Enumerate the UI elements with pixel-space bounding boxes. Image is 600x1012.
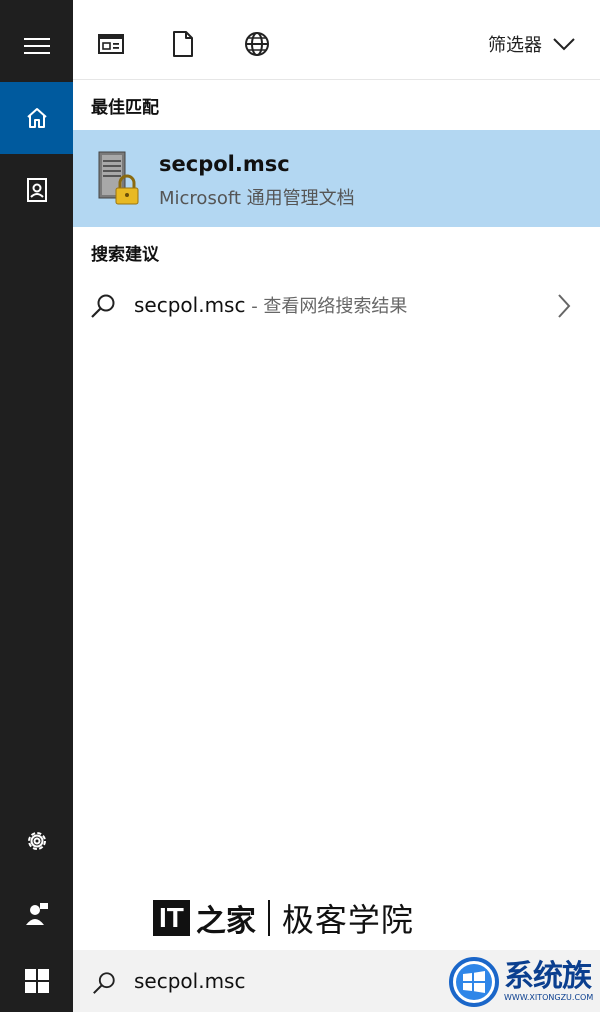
start-button[interactable] (0, 950, 73, 1012)
watermark-divider (267, 900, 270, 936)
document-icon (173, 31, 193, 57)
taskbar: secpol.msc 系统族 WWW.XITONGZU.COM (0, 950, 600, 1012)
start-rail (0, 0, 73, 950)
site-logo-emblem-icon (449, 957, 499, 1007)
suggestion-query: secpol.msc (134, 293, 246, 317)
settings-gear-icon (27, 832, 46, 850)
security-policy-icon (98, 151, 139, 205)
web-filter-button[interactable] (241, 28, 273, 60)
settings-button[interactable] (0, 805, 73, 877)
documents-filter-button[interactable] (167, 28, 199, 60)
site-logo-url-text: WWW.XITONGZU.COM (504, 993, 594, 1002)
watermark-zhi-label: 之家 (195, 904, 256, 939)
app-window-icon (98, 34, 124, 54)
search-icon (91, 294, 115, 318)
site-logo-cn-text: 系统族 (504, 959, 592, 994)
filter-dropdown[interactable]: 筛选器 (488, 28, 576, 60)
search-icon (93, 972, 115, 994)
best-match-title: secpol.msc (159, 152, 290, 176)
filter-label: 筛选器 (488, 35, 542, 56)
best-match-heading: 最佳匹配 (91, 98, 159, 118)
results-toolbar: 筛选器 (73, 0, 600, 80)
feedback-person-icon (25, 903, 48, 925)
home-icon (26, 108, 47, 128)
suggestions-heading: 搜索建议 (91, 245, 159, 265)
watermark-brand-text: 极客学院 (281, 901, 414, 939)
notebook-icon (26, 178, 47, 202)
chevron-right-icon[interactable] (556, 292, 572, 320)
chevron-down-icon (553, 38, 575, 51)
search-input[interactable]: secpol.msc (134, 969, 245, 993)
hamburger-menu-icon (23, 38, 50, 54)
hamburger-menu-button[interactable] (0, 10, 73, 82)
suggestion-text: secpol.msc - 查看网络搜索结果 (134, 292, 407, 318)
suggestion-description: - 查看网络搜索结果 (245, 296, 408, 317)
best-match-result[interactable]: secpol.msc Microsoft 通用管理文档 (73, 130, 600, 227)
feedback-button[interactable] (0, 878, 73, 950)
notebook-button[interactable] (0, 154, 73, 226)
windows-logo-icon (24, 969, 49, 993)
apps-filter-button[interactable] (95, 28, 127, 60)
suggestion-item[interactable]: secpol.msc - 查看网络搜索结果 (73, 282, 600, 330)
best-match-subtitle: Microsoft 通用管理文档 (159, 188, 355, 209)
home-button[interactable] (0, 82, 73, 154)
globe-icon (245, 32, 269, 56)
ithome-watermark: IT 之家 极客学院 (153, 896, 414, 940)
search-results-panel: 筛选器 最佳匹配 secpol.msc Microsoft 通用管理文档 搜索建… (73, 0, 600, 950)
site-logo: 系统族 WWW.XITONGZU.COM (448, 952, 600, 1012)
watermark-it-badge: IT (153, 900, 190, 936)
